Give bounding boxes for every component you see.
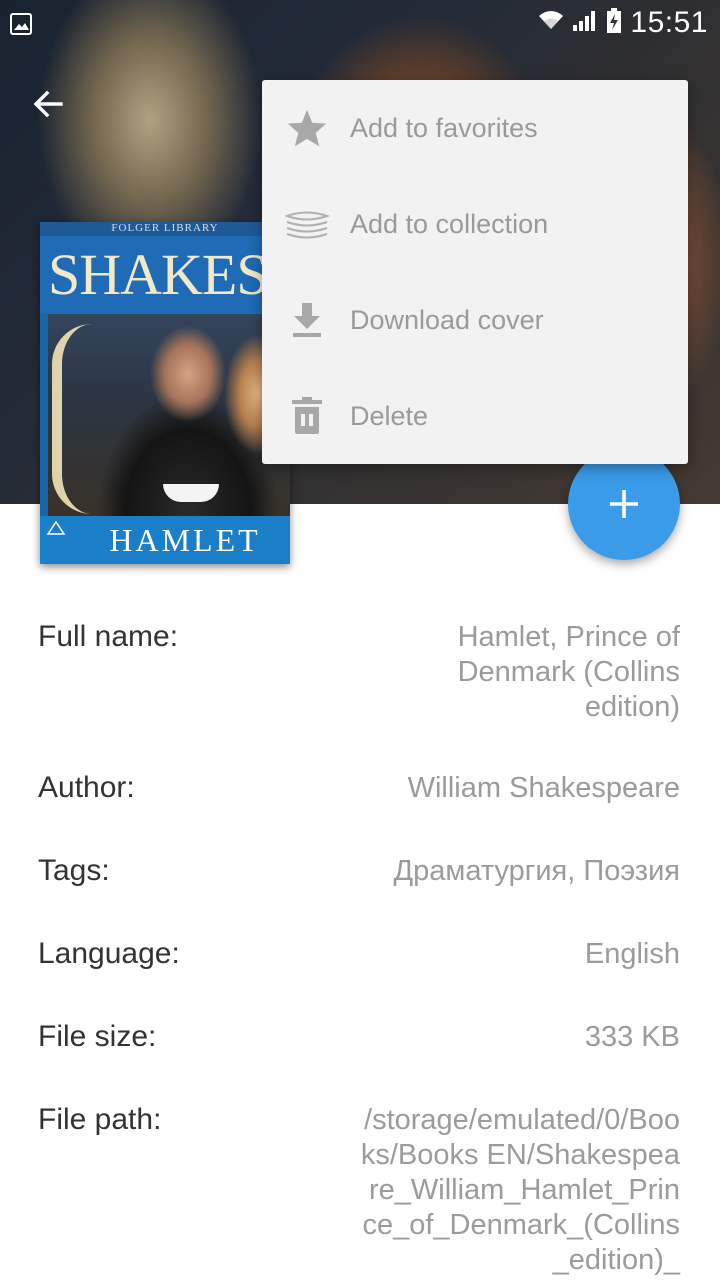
- detail-value-language: English: [584, 938, 680, 970]
- back-button[interactable]: [22, 80, 74, 128]
- cover-title-text: SHAKESPEARE: [48, 242, 290, 307]
- menu-item-add-to-collection[interactable]: Add to collection: [262, 176, 688, 272]
- cover-publisher-text: FOLGER LIBRARY: [111, 222, 219, 234]
- cover-bottom-title: HAMLET: [109, 522, 261, 558]
- plus-icon: [610, 490, 638, 518]
- menu-item-label: Add to favorites: [350, 112, 538, 143]
- book-cover-image: FOLGER LIBRARY SHAKESPEARE HAMLET: [40, 222, 290, 564]
- status-clock: 15:51: [630, 6, 708, 39]
- menu-item-add-to-favorites[interactable]: Add to favorites: [262, 80, 688, 176]
- gallery-notification-icon: [10, 12, 32, 36]
- arrow-back-icon: [33, 90, 63, 118]
- detail-value-tags: Драматургия, Поэзия: [393, 855, 680, 887]
- detail-value-file-path[interactable]: /storage/emulated/0/Books/Books EN/Shake…: [360, 1103, 680, 1278]
- detail-label: Full name:: [38, 620, 179, 653]
- menu-item-download-cover[interactable]: Download cover: [262, 272, 688, 368]
- detail-label: File size:: [38, 1020, 157, 1053]
- signal-icon: [572, 9, 598, 38]
- wifi-icon: [538, 9, 564, 38]
- detail-value-full-name: Hamlet, Prince of Denmark (Collins editi…: [457, 621, 680, 723]
- status-bar: 15:51: [0, 0, 720, 50]
- menu-item-label: Add to collection: [350, 208, 549, 239]
- detail-label: Tags:: [38, 854, 110, 887]
- menu-item-delete[interactable]: Delete: [262, 368, 688, 464]
- overflow-menu: Add to favorites Add to collection Downl…: [262, 80, 688, 464]
- detail-value-author: William Shakespeare: [407, 772, 680, 804]
- detail-label: Author:: [38, 771, 135, 804]
- star-icon: [284, 105, 330, 151]
- detail-label: File path:: [38, 1103, 162, 1136]
- menu-item-label: Delete: [350, 400, 429, 431]
- download-icon: [284, 297, 330, 343]
- detail-label: Language:: [38, 937, 180, 970]
- menu-item-label: Download cover: [350, 304, 544, 335]
- detail-value-file-size: 333 KB: [584, 1021, 680, 1053]
- trash-icon: [284, 393, 330, 439]
- battery-charging-icon: [606, 7, 622, 39]
- stack-icon: [284, 201, 330, 247]
- add-fab-button[interactable]: [568, 448, 680, 560]
